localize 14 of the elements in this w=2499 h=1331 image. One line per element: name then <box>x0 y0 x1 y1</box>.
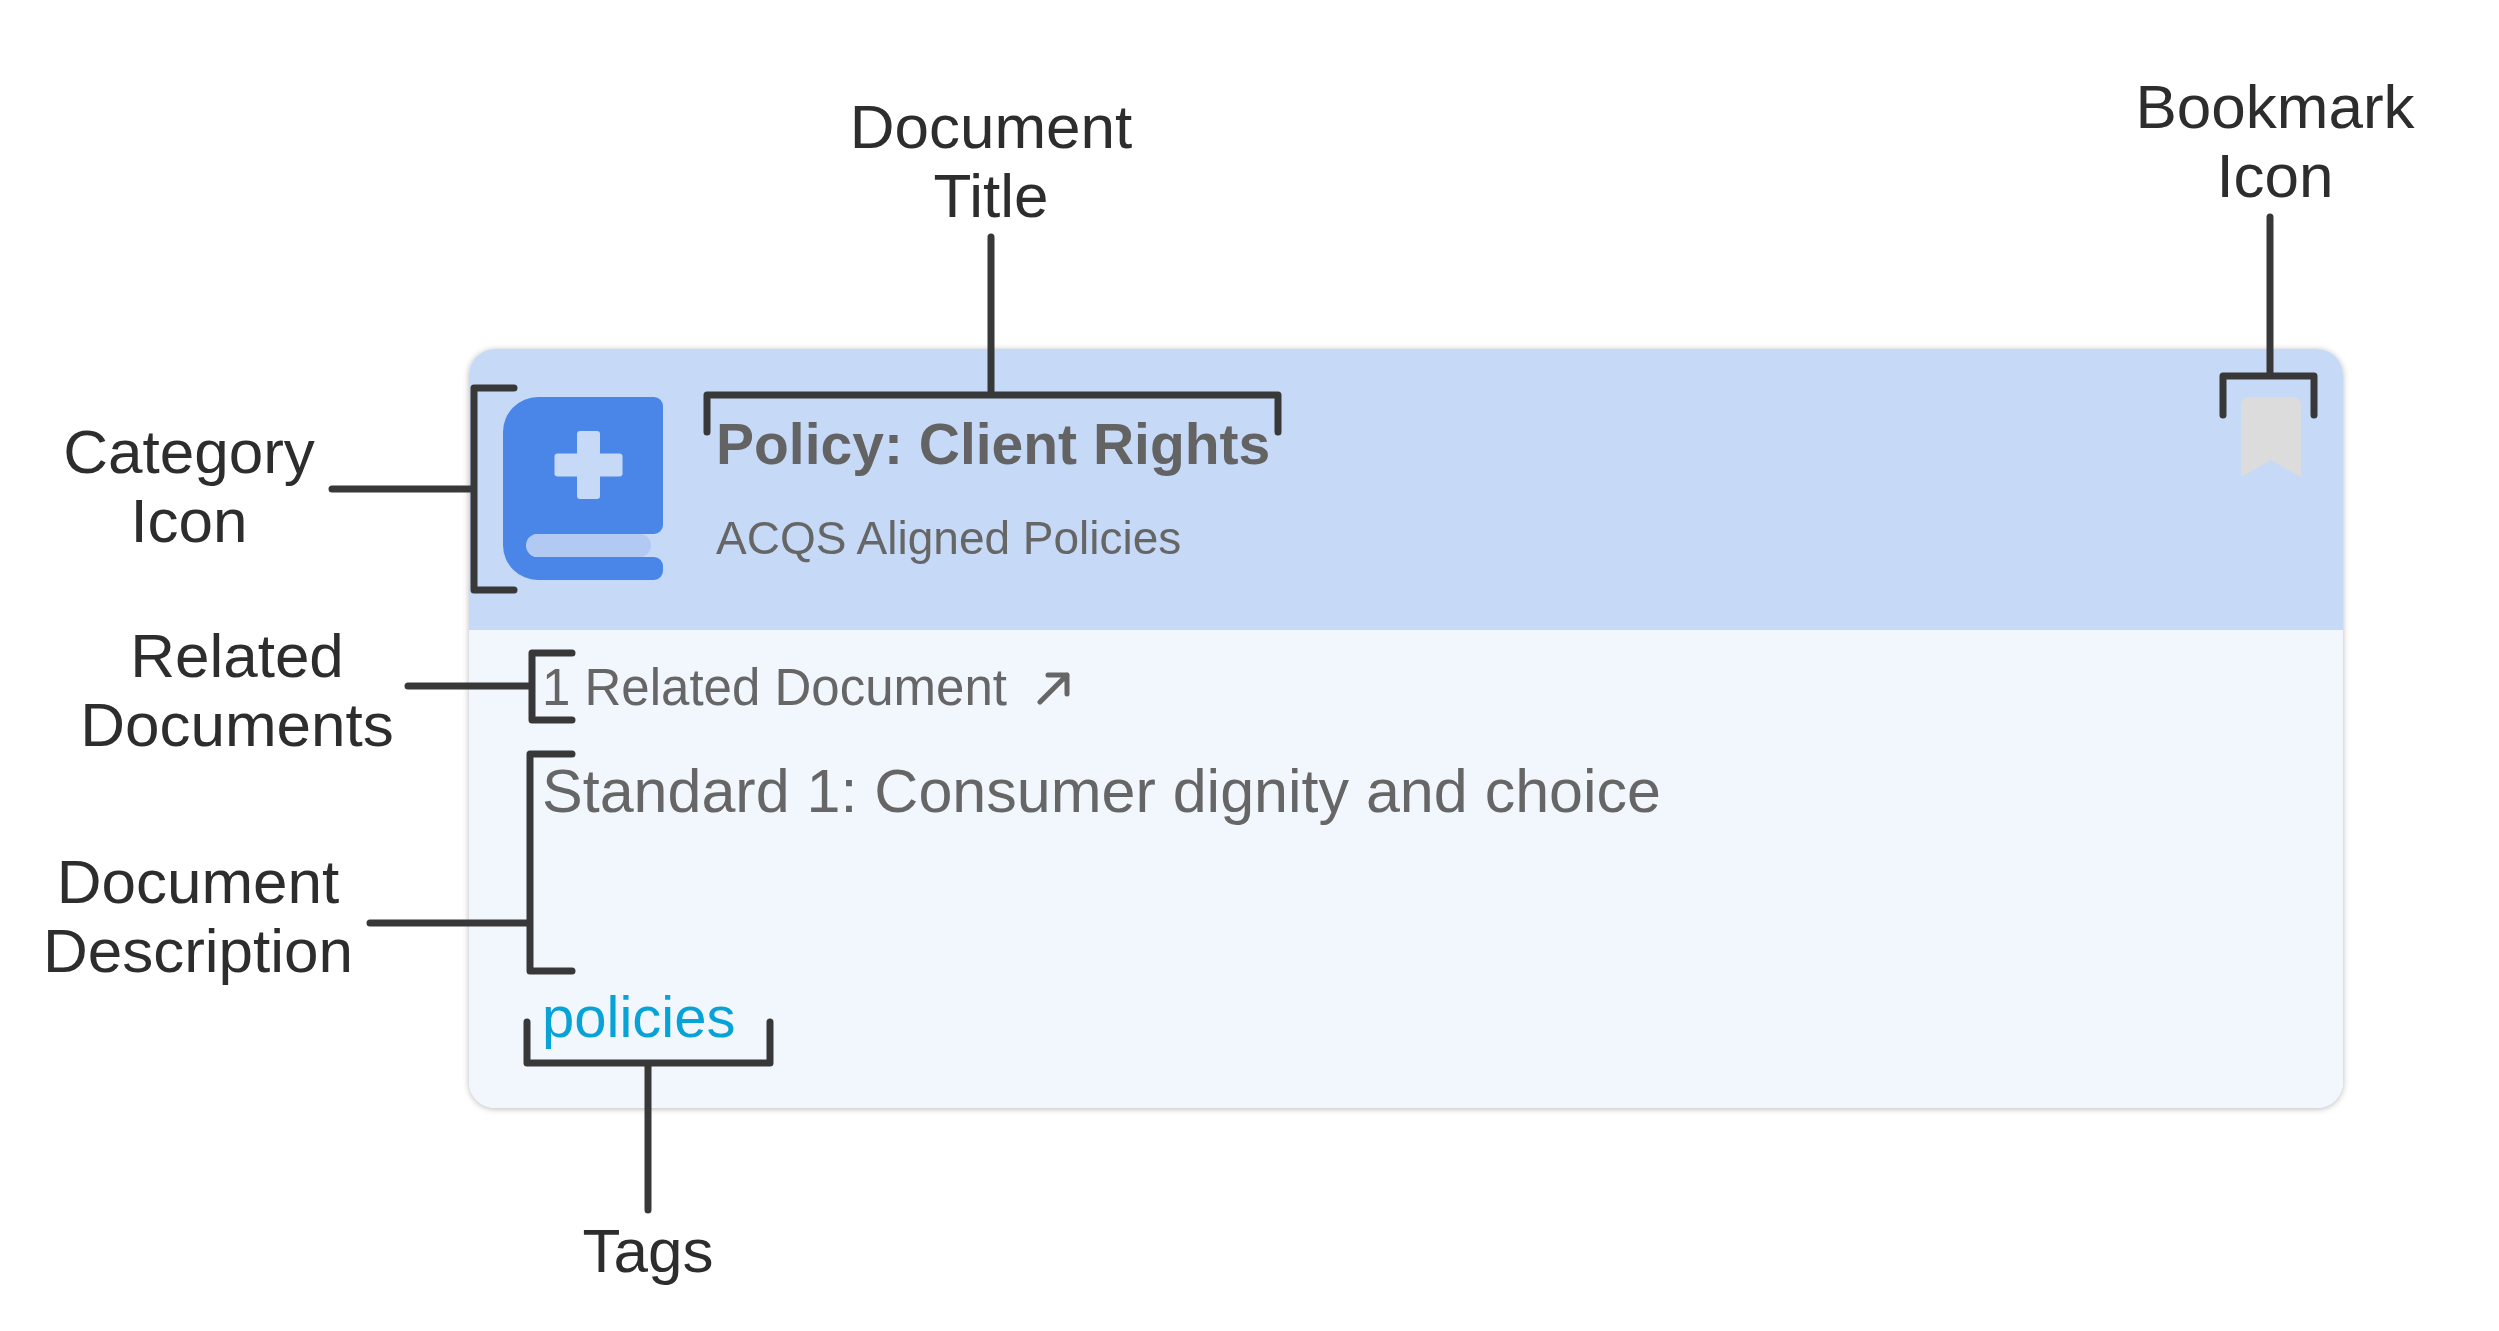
callout-label: Document Title <box>848 92 1134 230</box>
tag-link[interactable]: policies <box>542 983 736 1051</box>
document-title: Policy: Client Rights <box>716 412 1271 478</box>
callout-label: Category Icon <box>62 417 316 555</box>
arrow-up-right-icon <box>1036 671 1070 705</box>
callout-label: Document Description <box>41 847 355 985</box>
callout-label: Related Documents <box>79 621 395 759</box>
callout-label: Tags <box>581 1216 715 1285</box>
bookmark-icon[interactable] <box>2241 397 2301 477</box>
callout-label: Bookmark Icon <box>2134 72 2416 210</box>
related-documents-link[interactable]: 1 Related Document <box>542 659 1070 718</box>
document-description: Standard 1: Consumer dignity and choice <box>542 755 1662 827</box>
document-category: ACQS Aligned Policies <box>716 511 1182 565</box>
book-plus-icon <box>503 397 663 580</box>
